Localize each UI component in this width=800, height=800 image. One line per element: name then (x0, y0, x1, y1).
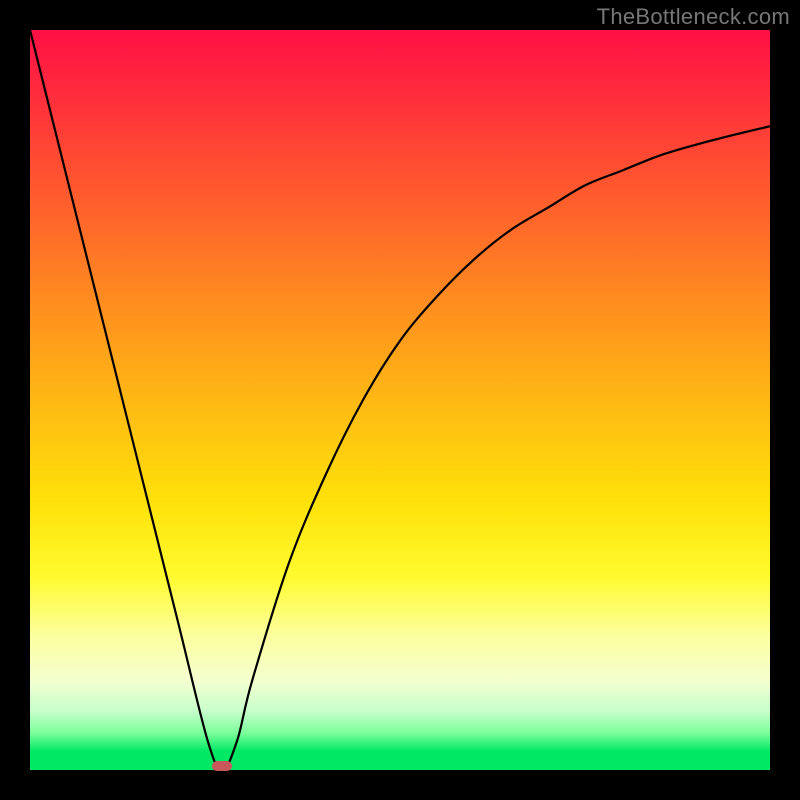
credit-watermark: TheBottleneck.com (597, 4, 790, 30)
curve-svg (30, 30, 770, 770)
bottleneck-curve (30, 30, 770, 770)
plot-area (30, 30, 770, 770)
minimum-marker (212, 761, 232, 771)
chart-frame: TheBottleneck.com (0, 0, 800, 800)
